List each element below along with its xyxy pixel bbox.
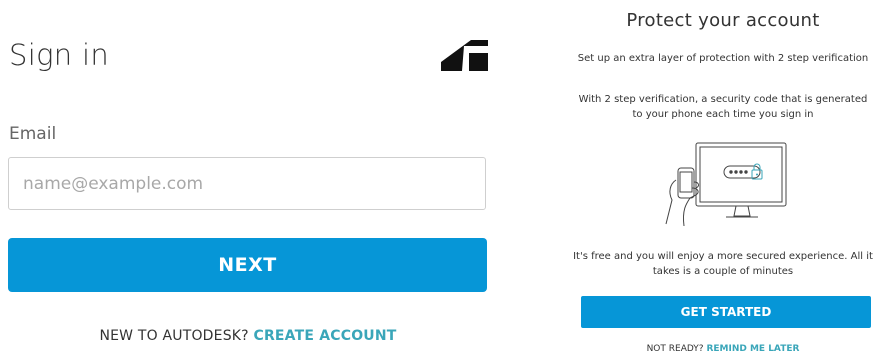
protect-description-line-2: to your phone each time you sign in — [632, 109, 814, 120]
protect-description: With 2 step verification, a security cod… — [570, 92, 876, 122]
protect-subtitle: Set up an extra layer of protection with… — [577, 53, 869, 64]
not-ready-text: NOT READY? — [646, 344, 704, 354]
new-to-autodesk-text: NEW TO AUTODESK? — [99, 328, 249, 344]
email-label: Email — [9, 124, 57, 144]
protect-account-panel: Protect your account Set up an extra lay… — [570, 0, 876, 356]
protect-description-line-1: With 2 step verification, a security cod… — [578, 94, 868, 105]
protect-benefit-line-1: It's free and you will enjoy a more secu… — [573, 251, 873, 262]
protect-benefit-line-2: takes is a couple of minutes — [652, 266, 794, 277]
autodesk-logo-icon — [441, 40, 488, 71]
phone-monitor-lock-icon — [665, 142, 787, 227]
create-account-row: NEW TO AUTODESK? CREATE ACCOUNT — [0, 328, 496, 344]
page-title: Sign in — [9, 38, 110, 72]
create-account-link[interactable]: CREATE ACCOUNT — [253, 328, 396, 344]
get-started-button[interactable]: GET STARTED — [581, 296, 871, 328]
protect-benefit: It's free and you will enjoy a more secu… — [570, 249, 876, 279]
next-button[interactable]: NEXT — [8, 238, 487, 292]
protect-title: Protect your account — [626, 10, 820, 31]
email-field[interactable] — [8, 157, 486, 210]
remind-me-later-link[interactable]: REMIND ME LATER — [706, 344, 799, 354]
signin-panel: Sign in Email NEXT NEW TO AUTODESK? CREA… — [0, 0, 500, 356]
remind-later-row: NOT READY? REMIND ME LATER — [570, 344, 876, 354]
